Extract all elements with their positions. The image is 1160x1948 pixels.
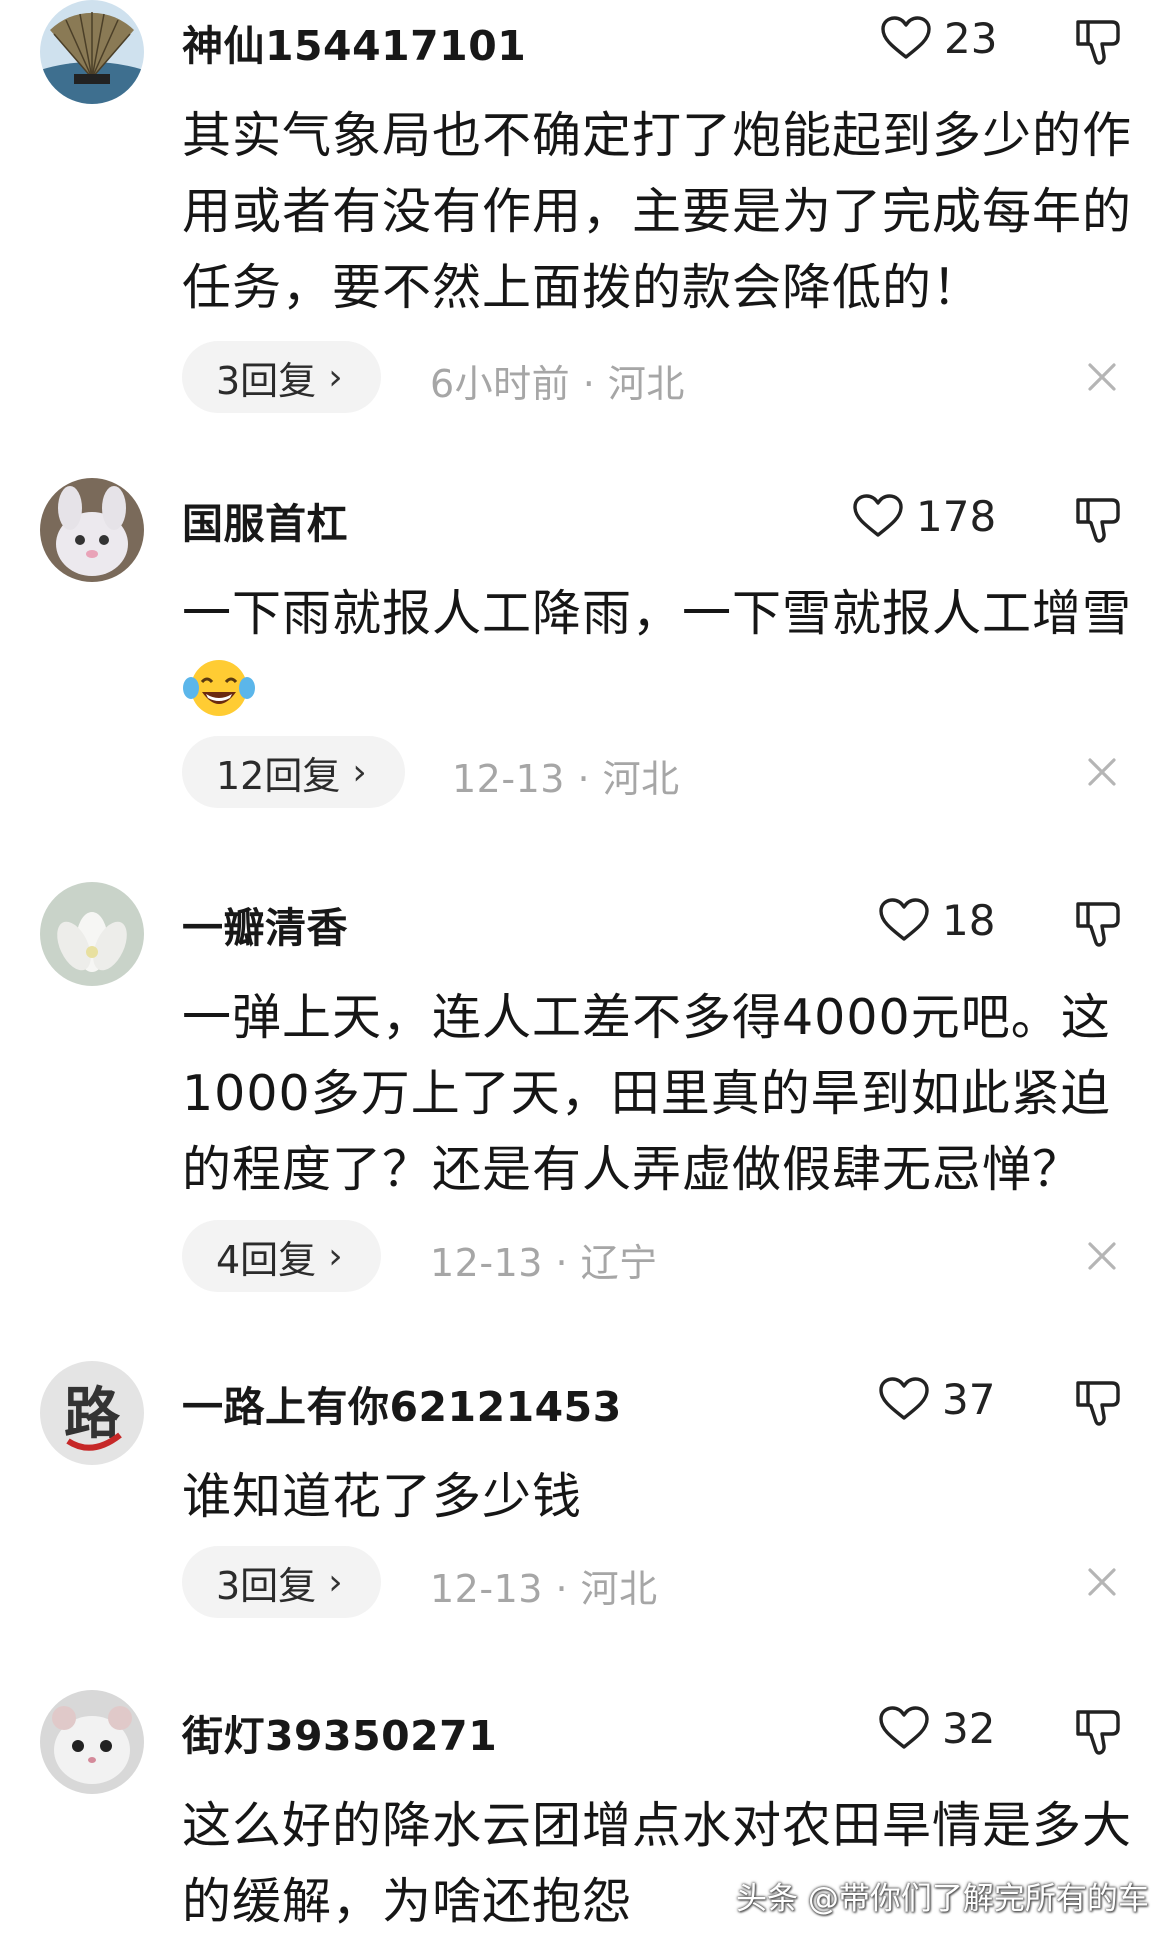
- comment-text-body: 一下雨就报人工降雨，一下雪就报人工增雪: [182, 585, 1133, 642]
- dislike-button[interactable]: [1072, 1375, 1126, 1429]
- replies-button[interactable]: 12回复 ›: [182, 736, 405, 808]
- heart-icon: [878, 1705, 930, 1751]
- replies-button[interactable]: 3回复 ›: [182, 341, 381, 413]
- thumbs-down-icon: [1072, 1375, 1126, 1429]
- replies-button[interactable]: 3回复 ›: [182, 1546, 381, 1618]
- fan-avatar-icon[interactable]: [40, 0, 144, 104]
- chevron-right-icon: ›: [328, 1561, 343, 1603]
- heart-icon: [878, 1376, 930, 1422]
- like-button[interactable]: 178: [852, 486, 996, 546]
- dislike-button[interactable]: [1072, 1704, 1126, 1758]
- comment-meta: 6小时前 · 河北: [430, 362, 685, 406]
- chevron-right-icon: ›: [352, 751, 367, 793]
- dislike-button[interactable]: [1072, 492, 1126, 546]
- thumbs-down-icon: [1072, 1704, 1126, 1758]
- like-count: 23: [944, 13, 998, 63]
- heart-icon: [880, 15, 932, 61]
- username[interactable]: 一路上有你62121453: [182, 1373, 622, 1433]
- dislike-button[interactable]: [1072, 896, 1126, 950]
- close-icon[interactable]: [1082, 357, 1122, 397]
- replies-label: 12回复: [216, 753, 341, 798]
- lotus-avatar-icon[interactable]: [40, 882, 144, 986]
- laughing-tears-emoji-icon: [183, 660, 255, 716]
- like-count: 37: [942, 1374, 996, 1424]
- replies-label: 3回复: [216, 358, 317, 403]
- replies-button[interactable]: 4回复 ›: [182, 1220, 381, 1292]
- watermark: 头条 @带你们了解完所有的车: [736, 1881, 1149, 1917]
- like-count: 18: [942, 895, 996, 945]
- like-count: 32: [942, 1703, 996, 1753]
- comment-meta: 12-13 · 辽宁: [430, 1241, 658, 1285]
- replies-label: 3回复: [216, 1563, 317, 1608]
- close-icon[interactable]: [1082, 752, 1122, 792]
- like-button[interactable]: 37: [878, 1369, 995, 1429]
- chevron-right-icon: ›: [328, 356, 343, 398]
- thumbs-down-icon: [1072, 14, 1126, 68]
- like-count: 178: [916, 491, 997, 541]
- replies-label: 4回复: [216, 1237, 317, 1282]
- chevron-right-icon: ›: [328, 1235, 343, 1277]
- username[interactable]: 街灯39350271: [182, 1702, 497, 1762]
- like-button[interactable]: 23: [880, 8, 997, 68]
- bunny-avatar-icon[interactable]: [40, 478, 144, 582]
- hamster-avatar-icon[interactable]: [40, 1690, 144, 1794]
- username[interactable]: 神仙154417101: [182, 12, 526, 72]
- heart-icon: [852, 493, 904, 539]
- heart-icon: [878, 897, 930, 943]
- comment-meta: 12-13 · 河北: [430, 1567, 658, 1611]
- dislike-button[interactable]: [1072, 14, 1126, 68]
- username[interactable]: 国服首杠: [182, 490, 348, 550]
- comment-text: 谁知道花了多少钱: [182, 1468, 583, 1525]
- username[interactable]: 一瓣清香: [182, 894, 348, 954]
- like-button[interactable]: 32: [878, 1698, 995, 1758]
- comment-text: 其实气象局也不确定打了炮能起到多少的作用或者有没有作用，主要是为了完成每年的任务…: [182, 107, 1133, 316]
- comment-meta: 12-13 · 河北: [452, 757, 680, 801]
- like-button[interactable]: 18: [878, 890, 995, 950]
- thumbs-down-icon: [1072, 492, 1126, 546]
- comment-text: 一弹上天，连人工差不多得4000元吧。这1000多万上了天，田里真的旱到如此紧迫…: [182, 989, 1111, 1198]
- comment-text: 一下雨就报人工降雨，一下雪就报人工增雪: [182, 576, 1132, 728]
- close-icon[interactable]: [1082, 1562, 1122, 1602]
- thumbs-down-icon: [1072, 896, 1126, 950]
- lu-character-avatar-icon[interactable]: 路: [40, 1361, 144, 1465]
- close-icon[interactable]: [1082, 1236, 1122, 1276]
